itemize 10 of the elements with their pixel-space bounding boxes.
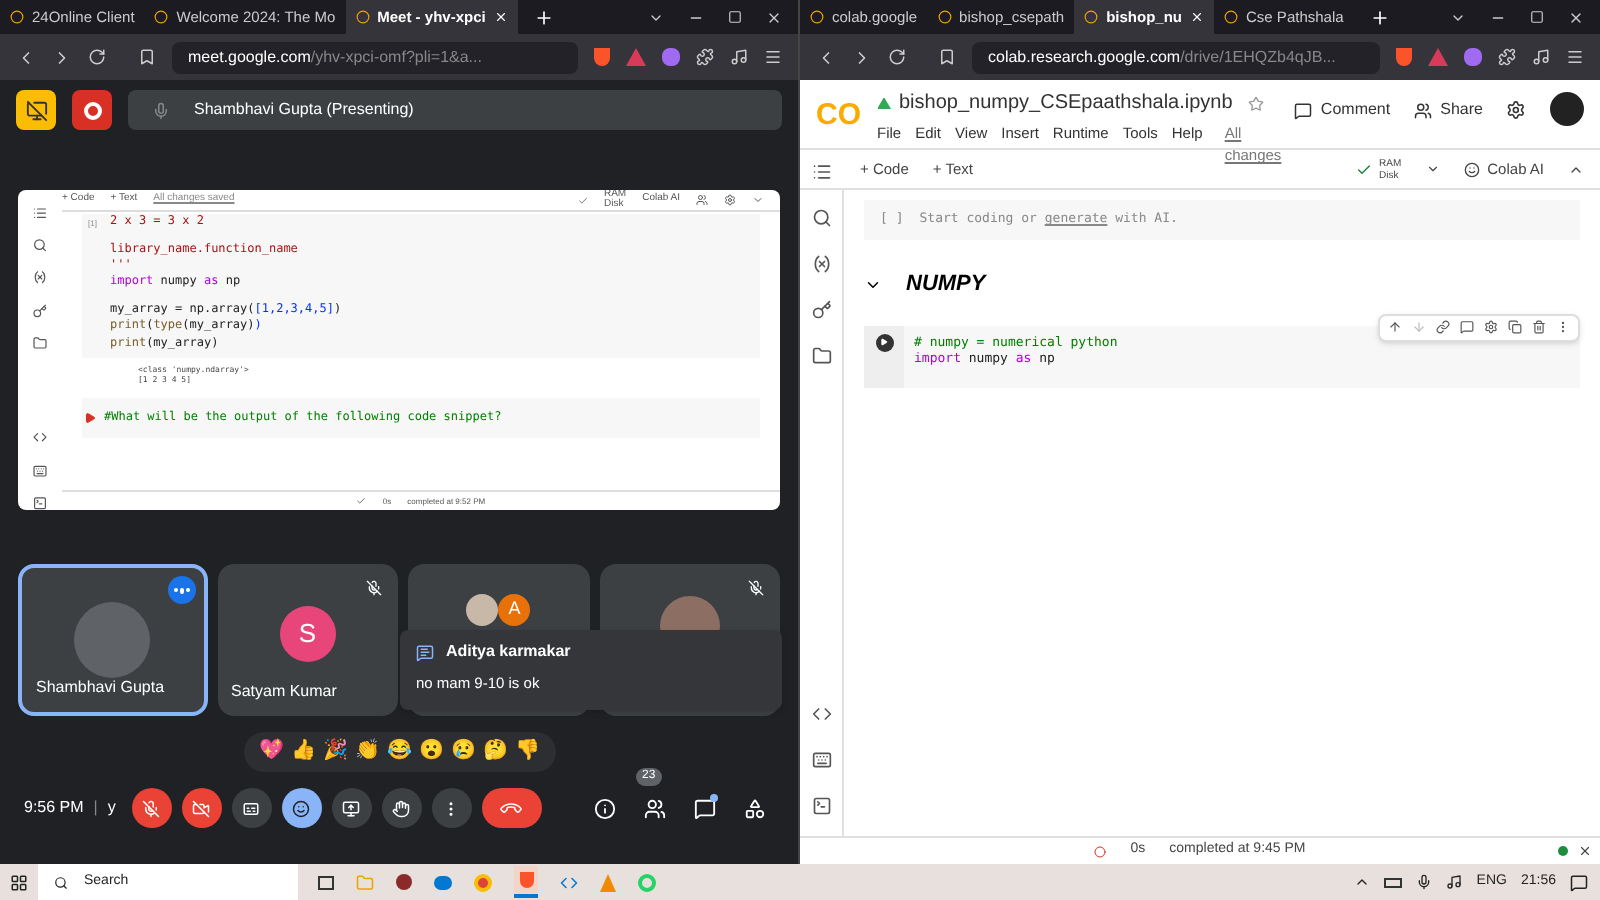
presenter-name: Shambhavi Gupta (Presenting) — [194, 98, 414, 122]
chat-sender: Aditya karmakar — [446, 640, 571, 664]
participant-name: Satyam Kumar — [231, 680, 337, 704]
avatar: S — [279, 606, 336, 662]
participant-name: Shambhavi Gupta — [36, 676, 165, 700]
section-heading: NUMPY — [906, 270, 986, 300]
avatar: A — [498, 594, 531, 626]
meeting-time: 9:56 PM — [24, 796, 84, 820]
separator: | — [93, 796, 98, 820]
meeting-code: y — [107, 796, 116, 820]
